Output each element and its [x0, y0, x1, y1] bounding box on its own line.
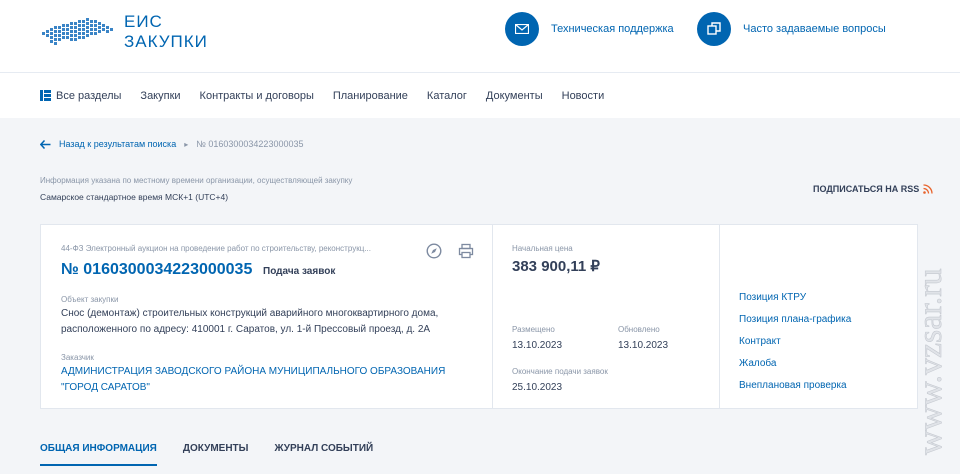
mail-icon [505, 12, 539, 46]
nav-planning[interactable]: Планирование [333, 90, 408, 102]
purchase-card: 44-ФЗ Электронный аукцион на проведение … [40, 224, 918, 409]
faq-link[interactable]: Часто задаваемые вопросы [697, 12, 886, 46]
eis-logo[interactable]: ЕИС ЗАКУПКИ [38, 12, 208, 56]
related-links: Позиция КТРУ Позиция плана-графика Контр… [721, 225, 917, 408]
deadline-label: Окончание подачи заявок [512, 367, 608, 376]
link-unscheduled-inspection[interactable]: Внеплановая проверка [739, 380, 847, 391]
customer-label: Заказчик [61, 353, 94, 362]
link-ktru-position[interactable]: Позиция КТРУ [739, 292, 806, 303]
object-line-1: Снос (демонтаж) строительных конструкций… [61, 308, 439, 319]
updated-label: Обновлено [618, 325, 660, 334]
purchase-number[interactable]: № 0160300034223000035 [61, 261, 252, 279]
customer-link-line-1[interactable]: АДМИНИСТРАЦИЯ ЗАВОДСКОГО РАЙОНА МУНИЦИПА… [61, 364, 445, 380]
arrow-left-icon[interactable] [40, 139, 51, 149]
breadcrumb-current: № 0160300034223000035 [196, 139, 304, 149]
nav-purchases[interactable]: Закупки [140, 90, 180, 102]
logo-line2: ЗАКУПКИ [124, 32, 208, 51]
faq-label: Часто задаваемые вопросы [743, 23, 886, 35]
deadline-date: 25.10.2023 [512, 382, 563, 393]
breadcrumb: Назад к результатам поиска ▸ № 016030003… [40, 139, 303, 149]
updated-date: 13.10.2023 [618, 340, 669, 351]
main-content: Назад к результатам поиска ▸ № 016030003… [0, 118, 960, 474]
nav-catalog[interactable]: Каталог [427, 90, 467, 102]
nav-label: Все разделы [56, 89, 122, 102]
site-header: ЕИС ЗАКУПКИ Техническая поддержка Часто … [0, 0, 960, 72]
tab-event-log[interactable]: ЖУРНАЛ СОБЫТИЙ [274, 443, 373, 474]
price-label: Начальная цена [512, 244, 573, 253]
support-link[interactable]: Техническая поддержка [505, 12, 674, 46]
posted-label: Размещено [512, 325, 555, 334]
main-nav: Все разделы Закупки Контракты и договоры… [0, 72, 960, 118]
compass-icon[interactable] [426, 243, 442, 259]
faq-icon [697, 12, 731, 46]
link-plan-schedule-position[interactable]: Позиция плана-графика [739, 314, 851, 325]
logo-text: ЕИС ЗАКУПКИ [124, 12, 208, 52]
nav-contracts[interactable]: Контракты и договоры [200, 90, 314, 102]
breadcrumb-separator-icon: ▸ [184, 139, 189, 149]
object-label: Объект закупки [61, 295, 119, 304]
nav-documents[interactable]: Документы [486, 90, 543, 102]
purchase-main-info: 44-ФЗ Электронный аукцион на проведение … [41, 225, 493, 408]
initial-price: 383 900,11 ₽ [512, 258, 600, 275]
timezone-note: Информация указана по местному времени о… [40, 176, 353, 185]
link-complaint[interactable]: Жалоба [739, 358, 776, 369]
print-icon[interactable] [458, 243, 474, 259]
object-line-2: расположенного по адресу: 410001 г. Сара… [61, 324, 431, 335]
customer-link-line-2[interactable]: "ГОРОД САРАТОВ" [61, 380, 150, 396]
back-to-results-link[interactable]: Назад к результатам поиска [59, 139, 176, 149]
timezone-value: Самарское стандартное время МСК+1 (UTC+4… [40, 192, 229, 202]
tab-general-info[interactable]: ОБЩАЯ ИНФОРМАЦИЯ [40, 443, 157, 474]
posted-date: 13.10.2023 [512, 340, 563, 351]
watermark-text: www.vzsar.ru [912, 268, 949, 455]
purchase-actions [426, 243, 490, 259]
purchase-stage: Подача заявок [263, 266, 336, 277]
logo-line1: ЕИС [124, 12, 163, 31]
nav-all-sections[interactable]: Все разделы [40, 90, 121, 102]
sections-icon [40, 90, 51, 101]
tab-documents[interactable]: ДОКУМЕНТЫ [183, 443, 249, 474]
purchase-tabs: ОБЩАЯ ИНФОРМАЦИЯ ДОКУМЕНТЫ ЖУРНАЛ СОБЫТИ… [40, 443, 399, 474]
rss-label: ПОДПИСАТЬСЯ НА RSS [813, 184, 920, 194]
watermark: www.vzsar.ru [912, 268, 950, 455]
purchase-law-type: 44-ФЗ Электронный аукцион на проведение … [61, 244, 371, 253]
link-contract[interactable]: Контракт [739, 336, 781, 347]
nav-news[interactable]: Новости [562, 90, 605, 102]
purchase-price-dates: Начальная цена 383 900,11 ₽ Размещено 13… [494, 225, 720, 408]
russia-map-icon [42, 18, 113, 45]
support-label: Техническая поддержка [551, 23, 674, 35]
